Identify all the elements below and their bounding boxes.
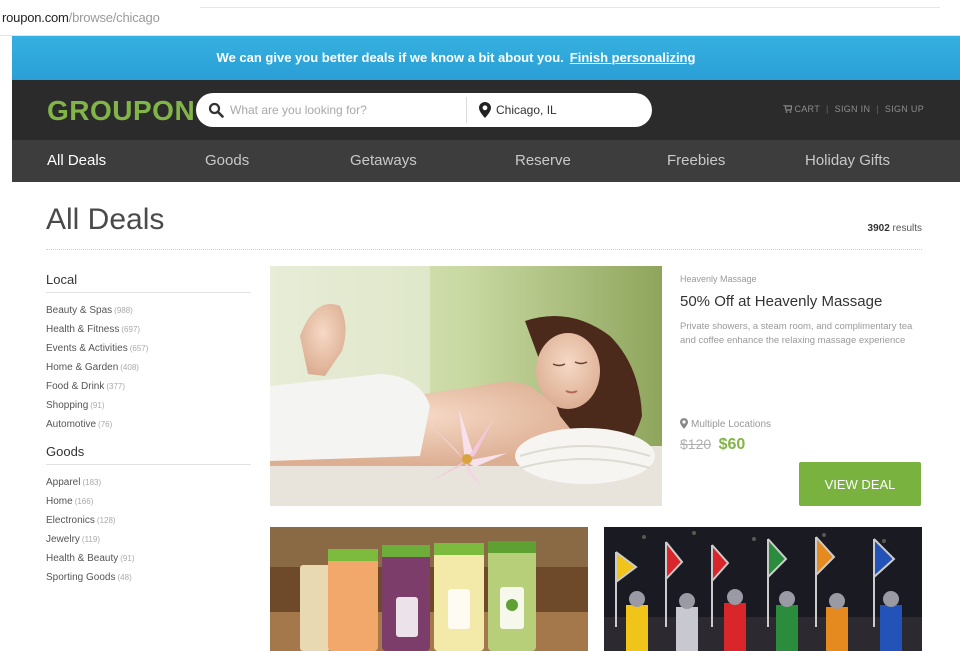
deal-location: Multiple Locations	[680, 418, 771, 430]
deal-merchant: Heavenly Massage	[680, 274, 757, 284]
search-input[interactable]	[230, 100, 450, 120]
tab-freebies[interactable]: Freebies	[667, 152, 725, 169]
separator: |	[876, 104, 879, 114]
category-nav: All Deals Goods Getaways Reserve Freebie…	[12, 140, 960, 182]
deal-title[interactable]: 50% Off at Heavenly Massage	[680, 293, 882, 310]
sidebar-item-health-beauty[interactable]: Health & Beauty (91)	[46, 549, 251, 568]
search-bar: Chicago, IL	[196, 93, 652, 127]
sidebar-item-automotive[interactable]: Automotive (76)	[46, 415, 251, 434]
view-deal-button[interactable]: VIEW DEAL	[799, 462, 921, 506]
sidebar-divider	[46, 464, 251, 465]
location-pin-icon	[479, 102, 491, 118]
knights-photo	[604, 527, 922, 651]
sidebar-item-count: (91)	[90, 401, 105, 410]
sidebar-heading-local: Local	[46, 272, 78, 287]
massage-photo	[270, 266, 662, 506]
juice-photo	[270, 527, 588, 651]
sidebar-item-electronics[interactable]: Electronics (128)	[46, 511, 251, 530]
deal-tile-juice[interactable]	[270, 527, 588, 651]
sidebar-item-sporting-goods[interactable]: Sporting Goods (48)	[46, 568, 251, 587]
sidebar-item-label: Electronics	[46, 515, 95, 526]
deal-description: Private showers, a steam room, and compl…	[680, 321, 913, 346]
sale-price: $60	[718, 436, 746, 453]
tab-all-deals[interactable]: All Deals	[47, 152, 106, 169]
sidebar-item-label: Home & Garden	[46, 362, 119, 373]
sign-in-link[interactable]: SIGN IN	[835, 104, 871, 114]
results-label: results	[892, 223, 922, 234]
finish-personalizing-link[interactable]: Finish personalizing	[570, 50, 696, 65]
deal-location-label: Multiple Locations	[691, 419, 772, 430]
sidebar-item-label: Health & Fitness	[46, 324, 120, 335]
sidebar-item-label: Beauty & Spas	[46, 305, 113, 316]
sidebar-item-label: Automotive	[46, 419, 97, 430]
sidebar-item-beauty-spas[interactable]: Beauty & Spas (988)	[46, 301, 251, 320]
sidebar-item-label: Food & Drink	[46, 381, 105, 392]
banner-message: We can give you better deals if we know …	[216, 50, 564, 65]
featured-deal-image[interactable]	[270, 266, 662, 506]
personalization-banner: We can give you better deals if we know …	[12, 36, 960, 80]
tab-goods[interactable]: Goods	[205, 152, 249, 169]
sidebar-item-home-garden[interactable]: Home & Garden (408)	[46, 358, 251, 377]
banner-message-wrap: We can give you better deals if we know …	[217, 50, 696, 65]
sidebar-item-count: (697)	[121, 325, 141, 334]
page-title: All Deals	[46, 203, 165, 236]
sidebar-item-label: Shopping	[46, 400, 89, 411]
sidebar-item-count: (48)	[117, 573, 132, 582]
sidebar-item-count: (408)	[120, 363, 139, 372]
sidebar-item-label: Jewelry	[46, 534, 80, 545]
tab-getaways[interactable]: Getaways	[350, 152, 417, 169]
sidebar-item-count: (183)	[82, 478, 102, 487]
sidebar-item-count: (377)	[106, 382, 126, 391]
sidebar-item-label: Health & Beauty	[46, 553, 119, 564]
cart-icon	[783, 105, 793, 113]
sidebar-item-count: (166)	[74, 497, 94, 506]
sidebar-item-label: Home	[46, 496, 73, 507]
results-count: 3902 results	[868, 223, 922, 234]
tab-reserve[interactable]: Reserve	[515, 152, 571, 169]
location-pin-icon	[680, 418, 688, 429]
groupon-logo[interactable]: GROUPON	[47, 95, 195, 127]
category-sidebar: Local Beauty & Spas (988) Health & Fitnes…	[46, 260, 251, 587]
sidebar-item-count: (988)	[114, 306, 133, 315]
account-links: CART | SIGN IN | SIGN UP	[783, 104, 924, 114]
sidebar-item-food-drink[interactable]: Food & Drink (377)	[46, 377, 251, 396]
sidebar-item-apparel[interactable]: Apparel (183)	[46, 473, 251, 492]
url-field-line	[200, 7, 940, 8]
location-input[interactable]: Chicago, IL	[496, 103, 557, 117]
sidebar-item-jewelry[interactable]: Jewelry (119)	[46, 530, 251, 549]
cart-link[interactable]: CART	[783, 104, 820, 114]
sidebar-item-count: (128)	[96, 516, 116, 525]
url-path: /browse/chicago	[68, 10, 160, 25]
sidebar-item-label: Events & Activities	[46, 343, 128, 354]
sidebar-item-count: (76)	[98, 420, 113, 429]
results-number: 3902	[867, 223, 890, 234]
url-text[interactable]: roupon.com/browse/chicago	[2, 10, 160, 25]
sidebar-item-label: Sporting Goods	[46, 572, 116, 583]
search-icon[interactable]	[208, 102, 224, 118]
sign-up-link[interactable]: SIGN UP	[885, 104, 924, 114]
deal-tile-medieval[interactable]	[604, 527, 922, 651]
search-divider	[466, 97, 467, 123]
original-price: $120	[680, 436, 712, 452]
sidebar-item-count: (657)	[129, 344, 149, 353]
cart-label: CART	[794, 104, 820, 114]
sidebar-item-label: Apparel	[46, 477, 81, 488]
tab-holiday-gifts[interactable]: Holiday Gifts	[805, 152, 890, 169]
site-header: GROUPON Chicago, IL CART | SIGN IN | SIGN UP	[12, 80, 960, 140]
title-divider	[46, 249, 922, 250]
sidebar-item-home[interactable]: Home (166)	[46, 492, 251, 511]
browser-url-bar[interactable]: roupon.com/browse/chicago	[0, 0, 960, 36]
sidebar-divider	[46, 292, 251, 293]
sidebar-item-count: (91)	[120, 554, 135, 563]
deal-price: $120 $60	[680, 436, 745, 454]
separator: |	[826, 104, 829, 114]
sidebar-item-health-fitness[interactable]: Health & Fitness (697)	[46, 320, 251, 339]
url-host: roupon.com	[2, 10, 69, 25]
sidebar-item-shopping[interactable]: Shopping (91)	[46, 396, 251, 415]
sidebar-heading-goods: Goods	[46, 444, 85, 459]
sidebar-item-events-activities[interactable]: Events & Activities (657)	[46, 339, 251, 358]
sidebar-item-count: (119)	[81, 535, 100, 544]
